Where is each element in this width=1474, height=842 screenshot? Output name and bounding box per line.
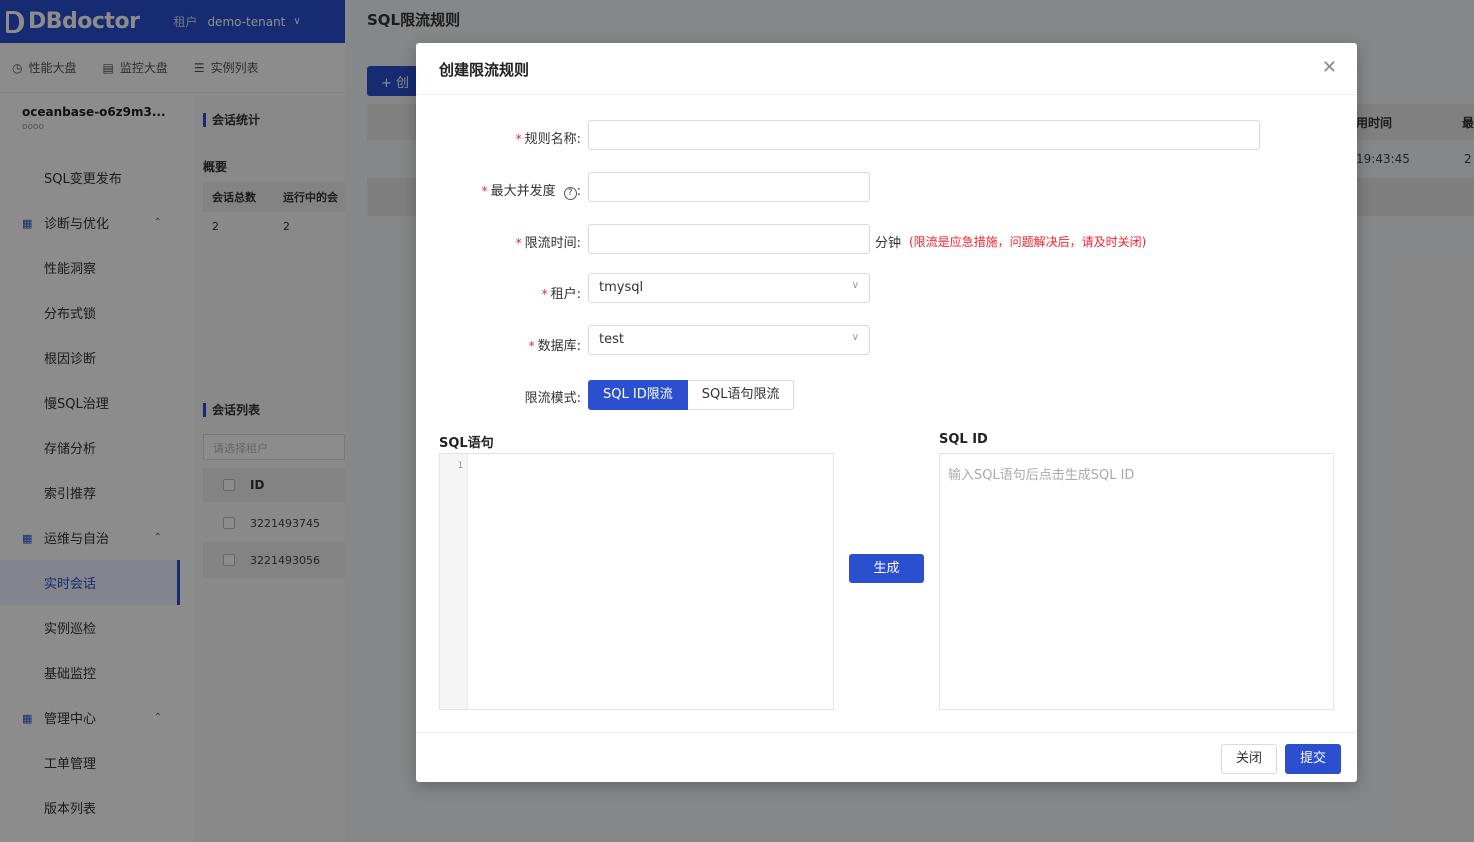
database-value: test [599, 332, 624, 347]
database-select[interactable]: test ∨ [588, 325, 870, 355]
modal-title: 创建限流规则 [439, 61, 530, 79]
sql-editor[interactable]: 1 [439, 453, 834, 710]
label-text: 限流时间: [524, 236, 581, 251]
close-button[interactable]: 关闭 [1221, 744, 1277, 774]
chevron-down-icon: ∨ [851, 332, 859, 343]
mode-segmented-control: SQL ID限流 SQL语句限流 [588, 380, 795, 410]
sql-statement-label: SQL语句 [439, 436, 494, 451]
required-mark: * [515, 236, 522, 250]
generate-button[interactable]: 生成 [849, 554, 924, 583]
rule-name-label: * 规则名称: [416, 128, 581, 147]
label-text: 规则名称: [524, 132, 581, 147]
limit-time-warning: (限流是应急措施，问题解决后，请及时关闭) [909, 235, 1147, 249]
mode-sql-id-button[interactable]: SQL ID限流 [588, 380, 688, 410]
chevron-down-icon: ∨ [851, 280, 859, 291]
required-mark: * [481, 184, 488, 198]
modal-header: 创建限流规则 ✕ [416, 43, 1357, 95]
modal-footer: 关闭 提交 [416, 732, 1357, 782]
sql-id-textarea[interactable]: 输入SQL语句后点击生成SQL ID [939, 453, 1334, 710]
limit-time-label: * 限流时间: [416, 232, 581, 251]
line-number: 1 [457, 461, 463, 471]
close-icon[interactable]: ✕ [1322, 57, 1337, 78]
sql-id-label: SQL ID [939, 432, 988, 447]
submit-button[interactable]: 提交 [1285, 744, 1341, 774]
label-text: 最大并发度 [490, 184, 556, 199]
max-concurrency-input[interactable] [588, 172, 870, 202]
label-text: 租户: [550, 287, 581, 302]
tenant-select[interactable]: tmysql ∨ [588, 273, 870, 303]
label-text: 数据库: [537, 339, 581, 354]
tenant-value: tmysql [599, 280, 644, 295]
editor-gutter: 1 [440, 454, 468, 709]
required-mark: * [541, 287, 548, 301]
required-mark: * [515, 132, 522, 146]
create-rule-modal: 创建限流规则 ✕ * 规则名称: * 最大并发度?: * 限流时间: 分钟 (限流是应… [416, 43, 1357, 782]
database-label: * 数据库: [416, 335, 581, 354]
tenant-label: * 租户: [416, 283, 581, 302]
max-concurrency-label: * 最大并发度?: [481, 184, 581, 200]
limit-time-input[interactable] [588, 224, 870, 254]
mode-sql-statement-button[interactable]: SQL语句限流 [687, 380, 795, 410]
required-mark: * [528, 339, 535, 353]
limit-time-unit: 分钟 [875, 236, 902, 251]
mode-label: 限流模式: [524, 391, 581, 406]
rule-name-input[interactable] [588, 120, 1260, 150]
help-icon[interactable]: ? [563, 187, 577, 200]
